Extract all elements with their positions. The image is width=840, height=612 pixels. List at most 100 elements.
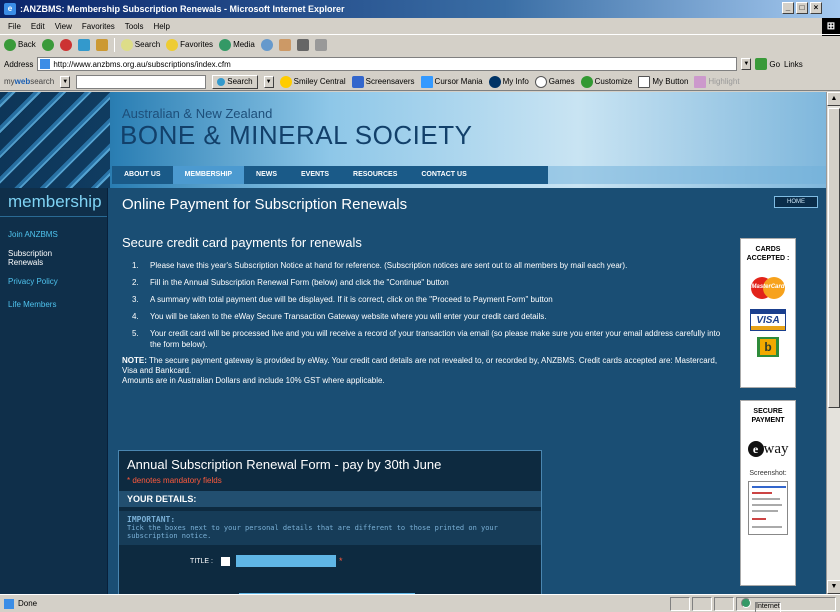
required-marker: * (339, 556, 343, 566)
forward-button[interactable] (41, 38, 54, 51)
cards-accepted-heading: CARDS ACCEPTED : (746, 246, 790, 262)
page-icon (40, 59, 51, 69)
media-icon (219, 38, 232, 51)
media-button[interactable]: Media (219, 38, 255, 51)
search-dropdown[interactable]: ▼ (263, 75, 274, 88)
renewal-form: Annual Subscription Renewal Form - pay b… (118, 450, 542, 594)
payment-note: NOTE: The secure payment gateway is prov… (122, 356, 718, 385)
list-item: 4. You will be taken to the eWay Secure T… (132, 312, 547, 321)
list-item: 2. Fill in the Annual Subscription Renewa… (132, 278, 449, 287)
list-item: 5. Your credit card will be processed liv… (132, 329, 721, 349)
minimize-button[interactable]: _ (782, 2, 794, 14)
toolbar-separator (113, 37, 115, 52)
site-nav: ABOUT US MEMBERSHIP NEWS EVENTS RESOURCE… (112, 166, 548, 184)
address-input[interactable]: http://www.anzbms.org.au/subscriptions/i… (37, 57, 738, 71)
screensavers-button[interactable]: Screensavers (351, 75, 415, 88)
smiley-icon (279, 75, 292, 88)
home-button[interactable]: HOME (774, 196, 818, 208)
search-button[interactable]: Search (120, 38, 160, 51)
eway-screenshot-thumbnail[interactable] (748, 481, 788, 535)
my-info-button[interactable]: My Info (488, 75, 529, 88)
menu-help[interactable]: Help (153, 22, 169, 31)
cursor-mania-button[interactable]: Cursor Mania (420, 75, 483, 88)
status-pane (714, 597, 734, 611)
address-bar: Address http://www.anzbms.org.au/subscri… (0, 55, 840, 73)
sidebar-item-subscription-renewals[interactable]: Subscription Renewals (0, 244, 70, 272)
go-button[interactable]: Go (755, 58, 780, 70)
nav-events[interactable]: EVENTS (289, 166, 341, 184)
refresh-button[interactable] (77, 38, 90, 51)
screensaver-icon (351, 75, 364, 88)
search-toolbar-button[interactable]: Search (212, 74, 258, 89)
nav-news[interactable]: NEWS (244, 166, 289, 184)
menu-file[interactable]: File (8, 22, 21, 31)
title-changed-checkbox[interactable] (221, 556, 230, 566)
games-button[interactable]: Games (534, 75, 575, 88)
vertical-scrollbar[interactable]: ▲ ▼ (826, 92, 840, 594)
my-button[interactable]: My Button (638, 75, 688, 88)
sidebar-item-join[interactable]: Join ANZBMS (0, 225, 107, 244)
window-controls: _ □ × (782, 2, 822, 14)
go-arrow-icon (755, 58, 768, 70)
favorites-button[interactable]: Favorites (166, 38, 213, 51)
section-heading: Secure credit card payments for renewals (122, 235, 362, 250)
close-button[interactable]: × (810, 2, 822, 14)
list-item: 1. Please have this year's Subscription N… (132, 261, 628, 270)
secure-payment-panel: SECURE PAYMENT e way Screenshot: (740, 400, 796, 586)
mastercard-logo: MasterCard (751, 277, 785, 299)
menu-favorites[interactable]: Favorites (82, 22, 115, 31)
nav-contact-us[interactable]: CONTACT US (409, 166, 478, 184)
title-input[interactable] (236, 555, 336, 567)
nav-membership[interactable]: MEMBERSHIP (172, 166, 245, 184)
maximize-button[interactable]: □ (796, 2, 808, 14)
scroll-down-button[interactable]: ▼ (827, 580, 840, 594)
mail-button[interactable] (278, 38, 291, 51)
print-button[interactable] (296, 38, 309, 51)
site-title: BONE & MINERAL SOCIETY (120, 120, 473, 150)
search-toolbar: mywebsearch ▼ Search ▼ Smiley Central Sc… (0, 73, 840, 91)
search-icon (120, 38, 133, 51)
mywebsearch-logo: mywebsearch (4, 77, 55, 86)
globe-icon (741, 598, 751, 608)
home-button[interactable] (95, 38, 108, 51)
scroll-up-button[interactable]: ▲ (827, 92, 840, 106)
menu-tools[interactable]: Tools (125, 22, 144, 31)
window-title: :ANZBMS: Membership Subscription Renewal… (20, 4, 345, 14)
back-button[interactable]: Back (4, 38, 36, 51)
edit-button[interactable] (314, 38, 327, 51)
info-icon (488, 75, 501, 88)
important-notice: IMPORTANT: Tick the boxes next to your p… (119, 511, 541, 545)
scroll-thumb[interactable] (828, 108, 840, 408)
menu-view[interactable]: View (55, 22, 72, 31)
status-bar: Done Internet (0, 594, 840, 612)
address-label: Address (4, 59, 34, 69)
magnifier-icon (217, 77, 226, 86)
mandatory-note: * denotes mandatory fields (127, 476, 222, 485)
security-zone: Internet (736, 597, 836, 612)
nav-about-us[interactable]: ABOUT US (112, 166, 173, 184)
status-panes: Internet (670, 597, 836, 612)
stop-button[interactable] (59, 38, 72, 51)
cursor-icon (420, 75, 433, 88)
address-dropdown[interactable]: ▼ (741, 58, 752, 70)
cards-accepted-panel: CARDS ACCEPTED : MasterCard VISA b (740, 238, 796, 388)
highlight-button[interactable]: Highlight (694, 75, 740, 88)
sidebar-item-privacy-policy[interactable]: Privacy Policy (0, 272, 107, 291)
highlighter-icon (694, 75, 707, 88)
ie-icon: e (4, 3, 16, 15)
smiley-central-button[interactable]: Smiley Central (279, 75, 346, 88)
menu-edit[interactable]: Edit (31, 22, 45, 31)
nav-resources[interactable]: RESOURCES (341, 166, 409, 184)
history-button[interactable] (260, 38, 273, 51)
links-button[interactable]: Links (784, 60, 803, 69)
standard-toolbar: Back Search Favorites Media (0, 34, 840, 54)
menu-bar: File Edit View Favorites Tools Help (0, 18, 822, 34)
list-item: 3. A summary with total payment due will … (132, 295, 553, 304)
search-brand-dropdown[interactable]: ▼ (60, 75, 71, 88)
back-arrow-icon (4, 38, 16, 51)
search-toolbar-input[interactable] (76, 74, 207, 89)
browser-window: e :ANZBMS: Membership Subscription Renew… (0, 0, 840, 612)
nav-bar-extension (548, 166, 826, 184)
sidebar-item-life-members[interactable]: Life Members (0, 295, 107, 314)
customize-button[interactable]: Customize (580, 75, 632, 88)
